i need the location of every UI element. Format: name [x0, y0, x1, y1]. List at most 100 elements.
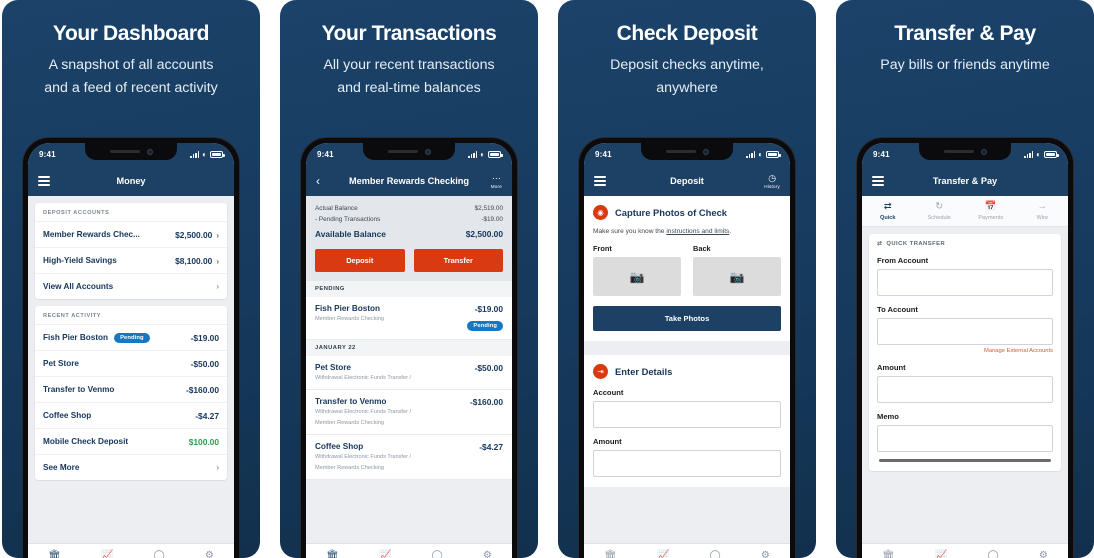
activity-amount: $100.00	[188, 436, 219, 447]
tab-bank-icon[interactable]: 🏛	[882, 551, 895, 558]
tab-wire[interactable]: → Wire	[1017, 202, 1069, 221]
status-indicators: ◐	[1024, 149, 1059, 159]
activity-name: Coffee Shop	[43, 411, 92, 420]
phone-mockup: 9:41 ◐ ‹ Member Rewards Checking ⋯ More …	[301, 138, 517, 558]
tab-trends-icon[interactable]: 📈	[657, 551, 669, 558]
tab-bank-icon[interactable]: 🏛	[48, 551, 61, 558]
tab-settings-icon[interactable]: ⚙	[483, 551, 492, 558]
deposit-button[interactable]: Deposit	[315, 249, 405, 272]
instructions-and-limits-link[interactable]: instructions and limits	[666, 228, 729, 235]
wifi-icon: ◐	[1036, 149, 1041, 159]
activity-row[interactable]: Coffee Shop -$4.27	[35, 402, 227, 428]
activity-row[interactable]: Pet Store -$50.00	[35, 350, 227, 376]
menu-icon[interactable]	[38, 176, 50, 186]
tab-quick[interactable]: ⇄ Quick	[862, 202, 914, 221]
amount-input[interactable]	[877, 375, 1053, 403]
horizontal-scrollbar[interactable]	[879, 458, 1051, 462]
tab-circle-icon[interactable]: ◯	[988, 551, 999, 558]
amount-field-label: Amount	[593, 437, 622, 446]
balance-value: -$19.00	[481, 216, 503, 223]
balance-row: Actual Balance $2,519.00	[315, 203, 503, 214]
tab-trends-icon[interactable]: 📈	[935, 551, 947, 558]
promo-subtitle: All your recent transactions and real-ti…	[294, 54, 524, 99]
tab-circle-icon[interactable]: ◯	[710, 551, 721, 558]
transaction-row[interactable]: Fish Pier Boston Member Rewards Checking…	[306, 297, 512, 340]
tab-settings-icon[interactable]: ⚙	[205, 551, 214, 558]
promo-panel-check-deposit: Check Deposit Deposit checks anytime, an…	[558, 0, 816, 558]
camera-circle-icon: ◉	[593, 205, 608, 220]
phone-mockup: 9:41 ◐ Transfer & Pay ⇄ Quick ↻ Schedule…	[857, 138, 1073, 558]
tab-payments[interactable]: 📅 Payments	[965, 202, 1017, 221]
transaction-name: Fish Pier Boston	[315, 304, 381, 313]
transaction-sub: Member Rewards Checking	[315, 316, 385, 322]
back-photo-placeholder[interactable]: 📷	[693, 257, 781, 296]
from-account-input[interactable]	[877, 268, 1053, 296]
to-account-input[interactable]	[877, 317, 1053, 345]
memo-input[interactable]	[877, 424, 1053, 452]
promo-subtitle: Deposit checks anytime, anywhere	[572, 54, 802, 99]
menu-icon[interactable]	[872, 176, 884, 186]
activity-name: Pet Store	[43, 359, 79, 368]
account-name: High-Yield Savings	[43, 256, 117, 265]
ellipsis-icon: ⋯	[491, 172, 501, 183]
activity-row[interactable]: Fish Pier Boston Pending -$19.00	[35, 324, 227, 350]
wifi-icon: ◐	[202, 149, 207, 159]
wifi-icon: ◐	[480, 149, 485, 159]
see-more-row[interactable]: See More ›	[35, 454, 227, 480]
tab-settings-icon[interactable]: ⚙	[761, 551, 770, 558]
cellular-signal-icon	[746, 151, 756, 158]
take-photos-button[interactable]: Take Photos	[593, 306, 781, 331]
promo-subtitle: Pay bills or friends anytime	[850, 54, 1080, 76]
app-nav-bar: ‹ Member Rewards Checking ⋯ More	[306, 166, 512, 196]
back-icon[interactable]: ‹	[316, 175, 320, 187]
tab-bank-icon[interactable]: 🏛	[326, 551, 339, 558]
capture-photos-section: ◉ Capture Photos of Check Make sure you …	[584, 196, 790, 341]
promo-subtitle: A snapshot of all accounts and a feed of…	[16, 54, 246, 99]
view-all-accounts-row[interactable]: View All Accounts ›	[35, 273, 227, 299]
tab-bank-icon[interactable]: 🏛	[604, 551, 617, 558]
status-bar: 9:41 ◐	[584, 143, 790, 166]
transfer-button[interactable]: Transfer	[413, 249, 503, 272]
account-row[interactable]: Member Rewards Chec... $2,500.00 ›	[35, 221, 227, 247]
screen-body: DEPOSIT ACCOUNTS Member Rewards Chec... …	[28, 196, 234, 558]
activity-amount: -$4.27	[195, 410, 219, 421]
from-account-label: From Account	[877, 255, 929, 265]
speaker-grille-icon	[943, 150, 974, 153]
status-bar: 9:41 ◐	[28, 143, 234, 166]
front-photo-slot[interactable]: Front 📷	[593, 244, 681, 296]
amount-input[interactable]	[593, 450, 781, 477]
status-time: 9:41	[873, 150, 890, 159]
app-nav-bar: Money	[28, 166, 234, 196]
back-photo-slot[interactable]: Back 📷	[693, 244, 781, 296]
tab-circle-icon[interactable]: ◯	[432, 551, 443, 558]
account-input[interactable]	[593, 401, 781, 428]
history-button[interactable]: ◷ History	[764, 173, 780, 189]
transaction-row[interactable]: Transfer to Venmo Withdrawal Electronic …	[306, 390, 512, 436]
more-button[interactable]: ⋯ More	[491, 172, 502, 189]
menu-icon[interactable]	[594, 176, 606, 186]
activity-row[interactable]: Mobile Check Deposit $100.00	[35, 428, 227, 454]
front-label: Front	[593, 244, 612, 253]
tab-settings-icon[interactable]: ⚙	[1039, 551, 1048, 558]
tab-schedule[interactable]: ↻ Schedule	[914, 202, 966, 221]
recent-activity-card: RECENT ACTIVITY Fish Pier Boston Pending…	[35, 306, 227, 480]
tab-trends-icon[interactable]: 📈	[379, 551, 391, 558]
promo-subtitle-line-1: All your recent transactions	[323, 57, 495, 74]
front-photo-placeholder[interactable]: 📷	[593, 257, 681, 296]
manage-external-accounts-link[interactable]: Manage External Accounts	[877, 348, 1053, 354]
transaction-row[interactable]: Coffee Shop Withdrawal Electronic Funds …	[306, 435, 512, 480]
activity-name: Mobile Check Deposit	[43, 437, 129, 446]
capture-section-title: ◉ Capture Photos of Check	[593, 205, 781, 220]
activity-row[interactable]: Transfer to Venmo -$160.00	[35, 376, 227, 402]
account-field-label: Account	[593, 388, 624, 397]
front-camera-icon	[980, 148, 987, 155]
tab-trends-icon[interactable]: 📈	[101, 551, 113, 558]
tab-circle-icon[interactable]: ◯	[154, 551, 165, 558]
account-row[interactable]: High-Yield Savings $8,100.00 ›	[35, 247, 227, 273]
screen-body: Actual Balance $2,519.00 - Pending Trans…	[306, 196, 512, 558]
chevron-right-icon: ›	[216, 230, 219, 240]
phone-screen: 9:41 ◐ Transfer & Pay ⇄ Quick ↻ Schedule…	[862, 143, 1068, 558]
battery-icon	[1044, 151, 1059, 158]
nav-title: Transfer & Pay	[932, 176, 998, 186]
transaction-row[interactable]: Pet Store Withdrawal Electronic Funds Tr…	[306, 356, 512, 391]
